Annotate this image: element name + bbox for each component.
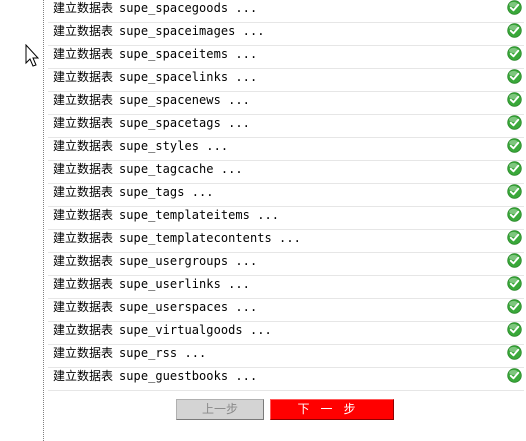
check-circle-icon bbox=[507, 345, 522, 360]
table-name: supe_userlinks ... bbox=[119, 277, 250, 291]
table-name: supe_userspaces ... bbox=[119, 300, 258, 314]
check-circle-icon bbox=[507, 276, 522, 291]
table-row: 建立数据表 supe_usergroups ... bbox=[48, 253, 524, 276]
table-row: 建立数据表 supe_spacelinks ... bbox=[48, 69, 524, 92]
table-name: supe_tagcache ... bbox=[119, 162, 243, 176]
table-name: supe_templatecontents ... bbox=[119, 231, 301, 245]
check-circle-icon bbox=[507, 299, 522, 314]
row-action-label: 建立数据表 bbox=[53, 300, 114, 314]
table-row: 建立数据表 supe_spaceimages ... bbox=[48, 23, 524, 46]
row-action-label: 建立数据表 bbox=[53, 47, 114, 61]
table-name: supe_rss ... bbox=[119, 346, 207, 360]
check-circle-icon bbox=[507, 23, 522, 38]
table-name: supe_styles ... bbox=[119, 139, 229, 153]
check-circle-icon bbox=[507, 69, 522, 84]
row-action-label: 建立数据表 bbox=[53, 277, 114, 291]
table-row: 建立数据表 supe_styles ... bbox=[48, 138, 524, 161]
check-circle-icon bbox=[507, 230, 522, 245]
table-name: supe_tags ... bbox=[119, 185, 214, 199]
row-action-label: 建立数据表 bbox=[53, 254, 114, 268]
table-row: 建立数据表 supe_tagcache ... bbox=[48, 161, 524, 184]
check-circle-icon bbox=[507, 46, 522, 61]
row-action-label: 建立数据表 bbox=[53, 162, 114, 176]
row-action-label: 建立数据表 bbox=[53, 369, 114, 383]
table-name: supe_spacegoods ... bbox=[119, 1, 258, 15]
row-action-label: 建立数据表 bbox=[53, 93, 114, 107]
table-row: 建立数据表 supe_templateitems ... bbox=[48, 207, 524, 230]
table-row: 建立数据表 supe_guestbooks ... bbox=[48, 368, 524, 391]
check-circle-icon bbox=[507, 161, 522, 176]
row-action-label: 建立数据表 bbox=[53, 208, 114, 222]
table-row: 建立数据表 supe_rss ... bbox=[48, 345, 524, 368]
check-circle-icon bbox=[507, 184, 522, 199]
mouse-pointer-icon bbox=[25, 44, 39, 67]
table-row: 建立数据表 supe_spaceitems ... bbox=[48, 46, 524, 69]
check-circle-icon bbox=[507, 368, 522, 383]
row-action-label: 建立数据表 bbox=[53, 231, 114, 245]
table-name: supe_spacenews ... bbox=[119, 93, 250, 107]
table-name: supe_virtualgoods ... bbox=[119, 323, 272, 337]
check-circle-icon bbox=[507, 92, 522, 107]
table-row: 建立数据表 supe_spacetags ... bbox=[48, 115, 524, 138]
table-row: 建立数据表 supe_userspaces ... bbox=[48, 299, 524, 322]
table-name: supe_spaceimages ... bbox=[119, 24, 265, 38]
check-circle-icon bbox=[507, 0, 522, 15]
table-row: 建立数据表 supe_spacenews ... bbox=[48, 92, 524, 115]
left-guide-line bbox=[43, 0, 44, 441]
wizard-buttons: 上一步 下一步 bbox=[0, 399, 526, 423]
table-name: supe_templateitems ... bbox=[119, 208, 280, 222]
row-action-label: 建立数据表 bbox=[53, 70, 114, 84]
check-circle-icon bbox=[507, 322, 522, 337]
previous-step-button[interactable]: 上一步 bbox=[176, 399, 264, 420]
table-row: 建立数据表 supe_userlinks ... bbox=[48, 276, 524, 299]
table-name: supe_usergroups ... bbox=[119, 254, 258, 268]
check-circle-icon bbox=[507, 207, 522, 222]
table-creation-list: 建立数据表 supe_spacegoods ... 建立数据表 supe_spacei… bbox=[48, 0, 524, 391]
table-row: 建立数据表 supe_virtualgoods ... bbox=[48, 322, 524, 345]
check-circle-icon bbox=[507, 138, 522, 153]
table-name: supe_guestbooks ... bbox=[119, 369, 258, 383]
row-action-label: 建立数据表 bbox=[53, 24, 114, 38]
row-action-label: 建立数据表 bbox=[53, 185, 114, 199]
row-action-label: 建立数据表 bbox=[53, 1, 114, 15]
table-row: 建立数据表 supe_tags ... bbox=[48, 184, 524, 207]
row-action-label: 建立数据表 bbox=[53, 346, 114, 360]
row-action-label: 建立数据表 bbox=[53, 323, 114, 337]
row-action-label: 建立数据表 bbox=[53, 116, 114, 130]
table-name: supe_spacetags ... bbox=[119, 116, 250, 130]
table-name: supe_spaceitems ... bbox=[119, 47, 258, 61]
next-step-button[interactable]: 下一步 bbox=[270, 399, 394, 420]
table-row: 建立数据表 supe_spacegoods ... bbox=[48, 0, 524, 23]
check-circle-icon bbox=[507, 253, 522, 268]
table-row: 建立数据表 supe_templatecontents ... bbox=[48, 230, 524, 253]
table-name: supe_spacelinks ... bbox=[119, 70, 258, 84]
check-circle-icon bbox=[507, 115, 522, 130]
row-action-label: 建立数据表 bbox=[53, 139, 114, 153]
